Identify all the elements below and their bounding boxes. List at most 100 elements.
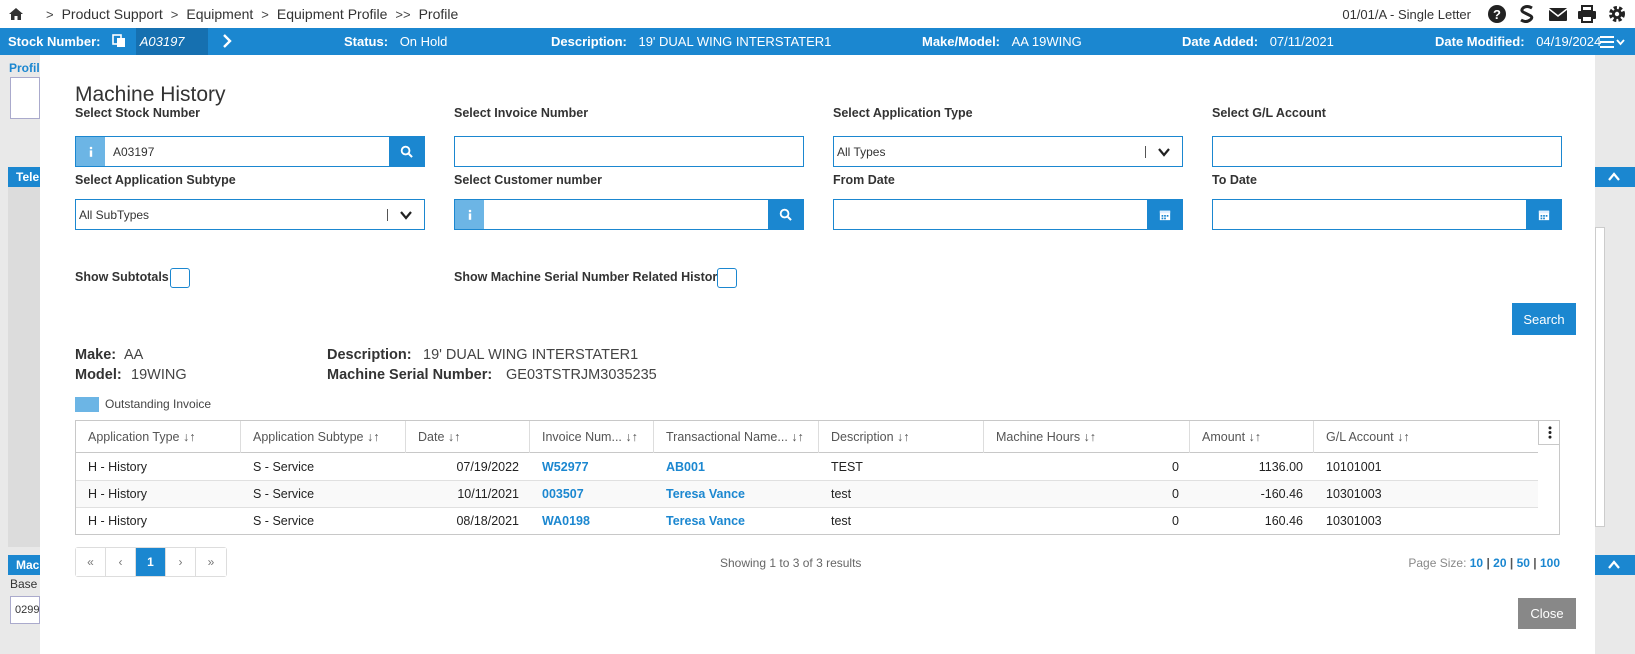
- hamburger-menu-icon[interactable]: [1600, 34, 1626, 50]
- table-row[interactable]: H - History S - Service 08/18/2021 WA019…: [76, 508, 1538, 535]
- date-modified-field: Date Modified: 04/19/2024: [1435, 28, 1601, 55]
- model-label: Model:: [75, 367, 122, 383]
- page-size-separator: |: [1486, 556, 1490, 570]
- pager-last-button[interactable]: »: [196, 548, 226, 576]
- from-date-calendar-button[interactable]: [1147, 200, 1182, 229]
- cell-application-subtype: S - Service: [253, 487, 315, 501]
- column-header-invoice-number[interactable]: Invoice Num... ↓↑: [530, 421, 654, 453]
- cell-gl-account: 10301003: [1326, 487, 1382, 501]
- breadcrumb-separator: >: [170, 6, 179, 22]
- s-logo-icon[interactable]: [1517, 4, 1537, 24]
- close-button[interactable]: Close: [1518, 598, 1576, 629]
- cell-description: test: [831, 487, 852, 501]
- user-label[interactable]: 01/01/A - Single Letter: [1342, 7, 1471, 22]
- pager-first-button[interactable]: «: [76, 548, 106, 576]
- status-value: On Hold: [399, 34, 448, 49]
- column-header-date[interactable]: Date ↓↑: [406, 421, 530, 453]
- date-modified-label: Date Modified:: [1435, 34, 1525, 49]
- grid-options-menu[interactable]: [1538, 421, 1560, 445]
- make-value: AA: [124, 347, 144, 363]
- show-subtotals-checkbox[interactable]: [170, 268, 190, 288]
- page-size-10[interactable]: 10: [1470, 556, 1483, 570]
- chevron-up-icon[interactable]: [1607, 558, 1621, 572]
- cell-transactional-name-link[interactable]: Teresa Vance: [666, 481, 745, 508]
- stock-search-button[interactable]: [389, 137, 424, 166]
- cell-transactional-name-link[interactable]: Teresa Vance: [666, 508, 745, 535]
- date-added-value: 07/11/2021: [1269, 34, 1334, 49]
- to-date-input[interactable]: [1212, 199, 1562, 230]
- top-right-toolbar: 01/01/A - Single Letter ?: [1342, 0, 1627, 28]
- page-size-50[interactable]: 50: [1517, 556, 1530, 570]
- show-serial-history-label: Show Machine Serial Number Related Histo…: [454, 270, 725, 284]
- column-header-amount[interactable]: Amount ↓↑: [1190, 421, 1314, 453]
- cell-application-type: H - History: [88, 514, 148, 528]
- to-date-calendar-button[interactable]: [1526, 200, 1561, 229]
- cell-invoice-link[interactable]: 003507: [542, 481, 584, 508]
- breadcrumb-product-support[interactable]: Product Support: [62, 6, 163, 22]
- application-subtype-select[interactable]: All SubTypes: [75, 199, 425, 230]
- gl-account-input[interactable]: [1212, 136, 1562, 167]
- invoice-number-filter-label: Select Invoice Number: [454, 106, 589, 120]
- cell-application-subtype: S - Service: [253, 460, 315, 474]
- help-icon[interactable]: ?: [1487, 4, 1507, 24]
- breadcrumb-equipment[interactable]: Equipment: [186, 6, 253, 22]
- top-navigation-bar: > Product Support > Equipment > Equipmen…: [0, 0, 1635, 28]
- status-label: Status:: [344, 34, 389, 49]
- column-header-machine-hours[interactable]: Machine Hours ↓↑: [984, 421, 1190, 453]
- pager-page-1[interactable]: 1: [136, 548, 166, 576]
- info-icon: [89, 146, 92, 157]
- background-base-field: 0299: [10, 596, 40, 624]
- results-summary: Showing 1 to 3 of 3 results: [720, 556, 862, 570]
- home-icon[interactable]: [8, 6, 24, 22]
- customer-search-button[interactable]: [768, 200, 803, 229]
- table-row[interactable]: H - History S - Service 10/11/2021 00350…: [76, 481, 1538, 508]
- stock-info-button[interactable]: [76, 137, 105, 166]
- date-added-field: Date Added: 07/11/2021: [1182, 28, 1334, 55]
- pager-prev-button[interactable]: ‹: [106, 548, 136, 576]
- gl-account-filter-label: Select G/L Account: [1212, 106, 1326, 120]
- date-added-label: Date Added:: [1182, 34, 1259, 49]
- customer-number-input[interactable]: [454, 199, 804, 230]
- serial-number-label: Machine Serial Number:: [327, 367, 493, 383]
- cell-invoice-link[interactable]: WA0198: [542, 508, 590, 535]
- stock-number-label: Stock Number:: [8, 34, 101, 49]
- page-size-20[interactable]: 20: [1493, 556, 1506, 570]
- cell-transactional-name-link[interactable]: AB001: [666, 454, 705, 481]
- column-header-application-type[interactable]: Application Type ↓↑: [76, 421, 241, 453]
- breadcrumb-profile: Profile: [418, 6, 459, 22]
- cell-amount: -160.46: [1260, 487, 1303, 501]
- chevron-up-icon[interactable]: [1607, 170, 1621, 184]
- page-size-100[interactable]: 100: [1540, 556, 1560, 570]
- search-button[interactable]: Search: [1512, 303, 1576, 335]
- from-date-input[interactable]: [833, 199, 1183, 230]
- chevron-right-icon[interactable]: [221, 30, 233, 48]
- column-header-application-subtype[interactable]: Application Subtype ↓↑: [241, 421, 406, 453]
- page-size-label: Page Size:: [1408, 556, 1467, 570]
- column-header-gl-account[interactable]: G/L Account ↓↑: [1314, 421, 1538, 453]
- invoice-number-input[interactable]: [454, 136, 804, 167]
- mail-icon[interactable]: [1547, 4, 1568, 24]
- customer-info-button[interactable]: [455, 200, 484, 229]
- breadcrumb-separator: >: [46, 6, 54, 22]
- grid-header: Application Type ↓↑ Application Subtype …: [76, 421, 1538, 453]
- cell-machine-hours: 0: [1172, 514, 1179, 528]
- history-grid: Application Type ↓↑ Application Subtype …: [75, 420, 1560, 535]
- application-type-select[interactable]: All Types: [833, 136, 1183, 167]
- select-divider: [1145, 146, 1146, 158]
- cell-invoice-link[interactable]: W52977: [542, 454, 589, 481]
- make-label: Make:: [75, 347, 117, 363]
- settings-gear-icon[interactable]: [1607, 4, 1627, 24]
- model-value: 19WING: [131, 367, 187, 383]
- table-row[interactable]: H - History S - Service 07/19/2022 W5297…: [76, 454, 1538, 481]
- stock-number-input[interactable]: A03197: [75, 136, 425, 167]
- pager-next-button[interactable]: ›: [166, 548, 196, 576]
- breadcrumb-equipment-profile[interactable]: Equipment Profile: [277, 6, 388, 22]
- column-header-description[interactable]: Description ↓↑: [819, 421, 984, 453]
- cell-amount: 160.46: [1264, 514, 1303, 528]
- copy-icon[interactable]: [112, 30, 126, 47]
- calendar-icon: [1538, 210, 1549, 220]
- show-serial-history-checkbox[interactable]: [717, 268, 737, 288]
- cell-machine-hours: 0: [1172, 460, 1179, 474]
- print-icon[interactable]: [1577, 4, 1597, 24]
- column-header-transactional-name[interactable]: Transactional Name... ↓↑: [654, 421, 819, 453]
